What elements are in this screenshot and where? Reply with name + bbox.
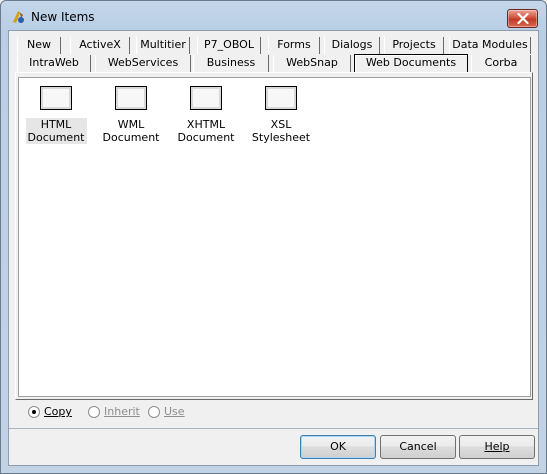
document-icon bbox=[190, 86, 222, 110]
tab-data-modules[interactable]: Data Modules bbox=[449, 37, 531, 54]
tab-websnap[interactable]: WebSnap bbox=[273, 55, 351, 72]
help-label: Help bbox=[484, 440, 510, 453]
tab-activex[interactable]: ActiveX bbox=[70, 37, 130, 54]
item-label: WML Document bbox=[102, 118, 160, 144]
tab-new[interactable]: New bbox=[17, 37, 61, 54]
tab-business[interactable]: Business bbox=[193, 55, 269, 72]
tab-forms[interactable]: Forms bbox=[268, 37, 320, 54]
item-label: XHTML Document bbox=[177, 118, 235, 144]
document-icon bbox=[265, 86, 297, 110]
items-list[interactable]: HTML Document WML Document XHTML Document X… bbox=[18, 77, 531, 397]
item-label: HTML Document bbox=[25, 118, 87, 144]
delphi-icon bbox=[10, 9, 26, 25]
inherit-label: Inherit bbox=[104, 405, 140, 418]
use-label: Use bbox=[164, 405, 185, 418]
copy-option[interactable]: Copy bbox=[28, 405, 88, 421]
tab-dialogs[interactable]: Dialogs bbox=[324, 37, 380, 54]
copy-radio[interactable] bbox=[28, 406, 40, 418]
document-icon bbox=[115, 86, 147, 110]
help-button[interactable]: Help bbox=[459, 435, 535, 459]
tab-intraweb[interactable]: IntraWeb bbox=[17, 55, 91, 72]
close-button[interactable] bbox=[507, 9, 538, 28]
close-icon bbox=[517, 13, 529, 24]
document-icon bbox=[40, 86, 72, 110]
ok-button[interactable]: OK bbox=[300, 435, 376, 459]
inherit-radio[interactable] bbox=[88, 406, 100, 418]
tab-p7-obol[interactable]: P7_OBOL bbox=[197, 37, 261, 54]
item-label: XSL Stylesheet bbox=[251, 118, 311, 144]
cancel-button[interactable]: Cancel bbox=[380, 435, 456, 459]
list-item-wml-document[interactable]: WML Document bbox=[99, 86, 163, 144]
copy-label: Copy bbox=[44, 405, 72, 418]
title-bar[interactable]: New Items bbox=[1, 1, 546, 31]
list-item-xsl-stylesheet[interactable]: XSL Stylesheet bbox=[249, 86, 313, 144]
window-title: New Items bbox=[31, 10, 95, 24]
use-option[interactable]: Use bbox=[148, 405, 198, 421]
tab-webservices[interactable]: WebServices bbox=[95, 55, 191, 72]
list-item-xhtml-document[interactable]: XHTML Document bbox=[174, 86, 238, 144]
tab-web-documents[interactable]: Web Documents bbox=[354, 54, 468, 73]
footer-divider bbox=[9, 428, 538, 429]
list-item-html-document[interactable]: HTML Document bbox=[24, 86, 88, 144]
use-radio[interactable] bbox=[148, 406, 160, 418]
tab-corba[interactable]: Corba bbox=[471, 55, 531, 72]
inherit-option[interactable]: Inherit bbox=[88, 405, 148, 421]
tab-multitier[interactable]: Multitier bbox=[136, 37, 190, 54]
tab-projects[interactable]: Projects bbox=[384, 37, 444, 54]
